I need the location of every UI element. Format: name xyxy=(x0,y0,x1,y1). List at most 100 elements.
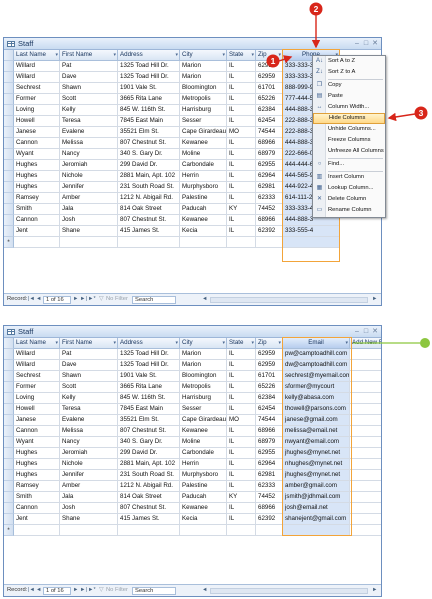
cell-address[interactable]: 807 Chestnut St. xyxy=(118,215,180,226)
cell-last[interactable]: Jent xyxy=(14,514,60,525)
cell-state[interactable]: IL xyxy=(227,382,256,393)
cell-add-new-field[interactable] xyxy=(350,470,381,481)
cell-address[interactable]: 807 Chestnut St. xyxy=(118,138,180,149)
cell-city[interactable]: Herrin xyxy=(180,171,227,182)
cell-email[interactable]: dw@camptoadhill.com xyxy=(283,360,350,371)
cell-last[interactable]: Janese xyxy=(14,415,60,426)
cell-zip[interactable]: 68979 xyxy=(256,149,283,160)
first-record-icon[interactable]: |◄ xyxy=(28,294,35,305)
cell-address[interactable]: 231 South Road St. xyxy=(118,470,180,481)
cell-last[interactable]: Hughes xyxy=(14,459,60,470)
cell-zip[interactable]: 74544 xyxy=(256,127,283,138)
cell-zip[interactable]: 62955 xyxy=(256,448,283,459)
record-selector[interactable] xyxy=(4,171,14,182)
cell-first[interactable]: Evalene xyxy=(60,127,118,138)
cell-last[interactable]: Former xyxy=(14,94,60,105)
cell-city[interactable]: Bloomington xyxy=(180,371,227,382)
cell-address[interactable]: 299 David Dr. xyxy=(118,448,180,459)
first-record-icon[interactable]: |◄ xyxy=(28,585,35,596)
cell-new-record[interactable] xyxy=(60,237,118,248)
cell-last[interactable]: Willard xyxy=(14,72,60,83)
menu-item-sort-a-to-z[interactable]: A↓ Sort A to Z xyxy=(313,56,385,67)
record-selector[interactable] xyxy=(4,459,14,470)
cell-state[interactable]: KY xyxy=(227,204,256,215)
cell-city[interactable]: Murphysboro xyxy=(180,182,227,193)
cell-last[interactable]: Willard xyxy=(14,360,60,371)
cell-last[interactable]: Former xyxy=(14,382,60,393)
cell-address[interactable]: 807 Chestnut St. xyxy=(118,426,180,437)
scroll-right-icon[interactable]: ► xyxy=(372,585,377,596)
cell-state[interactable]: IL xyxy=(227,182,256,193)
cell-first[interactable]: Evalene xyxy=(60,415,118,426)
record-selector[interactable] xyxy=(4,481,14,492)
column-header-first[interactable]: First Name ▾ xyxy=(60,50,118,61)
chevron-down-icon[interactable]: ▾ xyxy=(175,338,178,348)
cell-email[interactable]: nhughes@mynet.net xyxy=(283,459,350,470)
column-header-last[interactable]: Last Name ▾ xyxy=(14,338,60,349)
cell-zip[interactable]: 61701 xyxy=(256,371,283,382)
cell-address[interactable]: 807 Chestnut St. xyxy=(118,503,180,514)
cell-first[interactable]: Scott xyxy=(60,382,118,393)
cell-city[interactable]: Herrin xyxy=(180,459,227,470)
cell-first[interactable]: Scott xyxy=(60,94,118,105)
cell-city[interactable]: Sesser xyxy=(180,404,227,415)
previous-record-icon[interactable]: ◄ xyxy=(36,294,41,305)
cell-state[interactable]: IL xyxy=(227,193,256,204)
cell-address[interactable]: 1325 Toad Hill Dr. xyxy=(118,72,180,83)
cell-add-new-field[interactable] xyxy=(350,459,381,470)
cell-state[interactable]: IL xyxy=(227,94,256,105)
record-selector[interactable] xyxy=(4,404,14,415)
menu-item-unfreeze-all-columns[interactable]: Unfreeze All Columns xyxy=(313,146,385,157)
cell-last[interactable]: Sechrest xyxy=(14,371,60,382)
cell-last[interactable]: Hughes xyxy=(14,470,60,481)
cell-state[interactable]: IL xyxy=(227,349,256,360)
cell-last[interactable]: Willard xyxy=(14,61,60,72)
column-header-zip[interactable]: Zip ▾ xyxy=(256,50,283,61)
cell-add-new-field[interactable] xyxy=(350,404,381,415)
scroll-right-icon[interactable]: ► xyxy=(372,294,377,305)
cell-last[interactable]: Ramsey xyxy=(14,481,60,492)
cell-add-new-field[interactable] xyxy=(350,448,381,459)
cell-address[interactable]: 1901 Vale St. xyxy=(118,371,180,382)
chevron-down-icon[interactable]: ▾ xyxy=(278,338,281,348)
cell-email[interactable]: jsmith@jdhmail.com xyxy=(283,492,350,503)
cell-new-record[interactable] xyxy=(14,525,60,536)
cell-state[interactable]: IL xyxy=(227,83,256,94)
cell-zip[interactable]: 68966 xyxy=(256,215,283,226)
cell-zip[interactable]: 62964 xyxy=(256,171,283,182)
cell-add-new-field[interactable] xyxy=(350,382,381,393)
cell-first[interactable]: Jennifer xyxy=(60,182,118,193)
record-selector[interactable] xyxy=(4,349,14,360)
cell-zip[interactable]: 62955 xyxy=(256,160,283,171)
cell-last[interactable]: Loving xyxy=(14,393,60,404)
cell-new-record[interactable] xyxy=(227,237,256,248)
cell-zip[interactable]: 62392 xyxy=(256,514,283,525)
chevron-down-icon[interactable]: ▾ xyxy=(55,338,58,348)
cell-state[interactable]: IL xyxy=(227,72,256,83)
cell-city[interactable]: Moline xyxy=(180,437,227,448)
cell-state[interactable]: IL xyxy=(227,360,256,371)
cell-city[interactable]: Paducah xyxy=(180,492,227,503)
cell-new-record[interactable] xyxy=(180,525,227,536)
cell-first[interactable]: Teresa xyxy=(60,404,118,415)
column-header-zip[interactable]: Zip ▾ xyxy=(256,338,283,349)
column-header-city[interactable]: City ▾ xyxy=(180,50,227,61)
cell-last[interactable]: Ramsey xyxy=(14,193,60,204)
cell-last[interactable]: Smith xyxy=(14,204,60,215)
cell-city[interactable]: Harrisburg xyxy=(180,393,227,404)
column-header-add-new-field[interactable]: Add New Field xyxy=(350,338,381,349)
filter-icon[interactable]: ▽ xyxy=(99,585,103,596)
cell-add-new-field[interactable] xyxy=(350,492,381,503)
cell-first[interactable]: Pat xyxy=(60,61,118,72)
column-header-first[interactable]: First Name ▾ xyxy=(60,338,118,349)
cell-add-new-field[interactable] xyxy=(350,481,381,492)
menu-item-insert-column[interactable]: ▥ Insert Column xyxy=(313,172,385,183)
cell-city[interactable]: Kewanee xyxy=(180,503,227,514)
horizontal-scrollbar[interactable] xyxy=(210,588,368,594)
cell-address[interactable]: 231 South Road St. xyxy=(118,182,180,193)
cell-city[interactable]: Sesser xyxy=(180,116,227,127)
cell-add-new-field[interactable] xyxy=(350,514,381,525)
cell-email[interactable]: jhughes@mynet.net xyxy=(283,470,350,481)
cell-address[interactable]: 845 W. 116th St. xyxy=(118,105,180,116)
record-selector[interactable] xyxy=(4,226,14,237)
